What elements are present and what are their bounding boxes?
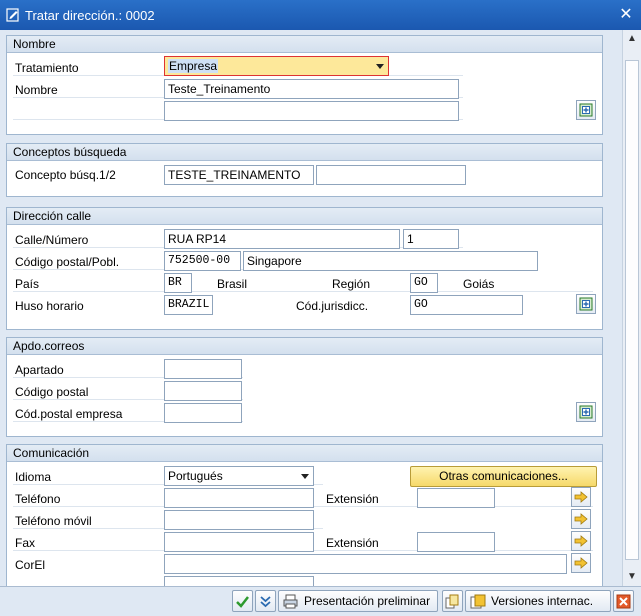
idioma-label: Idioma xyxy=(15,470,52,484)
arrow-right-icon xyxy=(574,513,588,525)
group-apdo-header: Apdo.correos xyxy=(7,338,602,355)
confirm-button[interactable] xyxy=(232,590,253,612)
cp-label: Código postal/Pobl. xyxy=(15,255,120,269)
close-window-button[interactable]: ✕ xyxy=(617,6,635,24)
apartado-label: Apartado xyxy=(15,363,64,377)
scrollbar-thumb[interactable] xyxy=(625,60,639,560)
nombre-label: Nombre xyxy=(15,83,58,97)
apartado-field[interactable] xyxy=(164,359,242,379)
vertical-scrollbar[interactable]: ▲ ▼ xyxy=(622,30,641,586)
movil-label: Teléfono móvil xyxy=(15,514,92,528)
otras-comunicaciones-button[interactable]: Otras comunicaciones... xyxy=(410,466,597,487)
presentacion-label: Presentación preliminar xyxy=(304,594,431,608)
row-divider xyxy=(13,272,593,292)
expand-fields-icon xyxy=(579,297,593,311)
footer-toolbar: Presentación preliminar Versiones intern… xyxy=(0,586,641,616)
correo-field[interactable] xyxy=(164,554,567,574)
more-address-fields-button[interactable] xyxy=(576,294,596,314)
group-nombre-header: Nombre xyxy=(7,36,602,53)
versiones-internac-button[interactable]: Versiones internac. xyxy=(465,590,611,612)
copy-button[interactable] xyxy=(442,590,463,612)
fax-label: Fax xyxy=(15,536,36,550)
correo-label: CorEl xyxy=(15,558,46,572)
more-apdo-fields-button[interactable] xyxy=(576,402,596,422)
telefono-more-button[interactable] xyxy=(571,487,591,507)
poblacion-field[interactable]: Singapore xyxy=(243,251,538,271)
tratamiento-value: Empresa xyxy=(168,59,219,73)
adopt-button[interactable] xyxy=(255,590,276,612)
region-text: Goiás xyxy=(463,277,495,291)
group-comunicacion: Comunicación Idioma Portugués Otras comu… xyxy=(6,444,603,586)
apdo-cp-label: Código postal xyxy=(15,385,89,399)
arrow-right-icon xyxy=(574,557,588,569)
juris-field[interactable]: GO xyxy=(410,295,523,315)
extension-field[interactable] xyxy=(417,488,495,508)
pais-field[interactable]: BR xyxy=(164,273,192,293)
fax-more-button[interactable] xyxy=(571,531,591,551)
numero-field[interactable]: 1 xyxy=(403,229,459,249)
correo-more-button[interactable] xyxy=(571,553,591,573)
group-comunicacion-header: Comunicación xyxy=(7,445,602,462)
presentacion-preliminar-button[interactable]: Presentación preliminar xyxy=(278,590,438,612)
concepto2-field[interactable] xyxy=(316,165,466,185)
group-conceptos-header: Conceptos búsqueda xyxy=(7,144,602,161)
tratamiento-label: Tratamiento xyxy=(15,61,79,75)
scroll-down-icon[interactable]: ▼ xyxy=(626,571,638,583)
juris-label: Cód.jurisdicc. xyxy=(296,299,369,313)
idioma-dropdown[interactable]: Portugués xyxy=(164,466,314,486)
window-title-bar: Tratar dirección.: 0002 ✕ xyxy=(0,0,641,30)
concepto1-field[interactable]: TESTE_TREINAMENTO xyxy=(164,165,314,185)
window-title: Tratar dirección.: 0002 xyxy=(25,7,155,23)
chevron-down-icon xyxy=(376,64,384,69)
expand-fields-icon xyxy=(579,405,593,419)
apdo-cp-field[interactable] xyxy=(164,381,242,401)
dialog-content: Nombre Tratamiento Empresa Nombre Teste_… xyxy=(0,30,622,586)
idioma-value: Portugués xyxy=(168,469,223,483)
cp-field[interactable]: 752500-00 xyxy=(164,251,241,271)
huso-label: Huso horario xyxy=(15,299,84,313)
cp-empresa-field[interactable] xyxy=(164,403,242,423)
tratamiento-dropdown[interactable]: Empresa xyxy=(164,56,389,76)
pais-text: Brasil xyxy=(217,277,248,291)
movil-field[interactable] xyxy=(164,510,314,530)
concepto-label: Concepto búsq.1/2 xyxy=(15,168,116,182)
group-direccion-header: Dirección calle xyxy=(7,208,602,225)
fax-field[interactable] xyxy=(164,532,314,552)
chevron-down-icon xyxy=(301,474,309,479)
nombre2-field[interactable] xyxy=(164,101,459,121)
cancel-x-icon xyxy=(616,594,631,608)
fax-extension-label: Extensión xyxy=(326,536,379,550)
cancel-button[interactable] xyxy=(613,590,634,612)
pais-label: País xyxy=(15,277,40,291)
edit-document-icon xyxy=(6,8,19,22)
group-conceptos: Conceptos búsqueda Concepto búsq.1/2 TES… xyxy=(6,143,603,197)
movil-more-button[interactable] xyxy=(571,509,591,529)
checkmark-icon xyxy=(236,595,249,608)
copy-documents-icon xyxy=(445,594,459,608)
partial-hidden-field[interactable] xyxy=(164,576,314,586)
arrow-right-icon xyxy=(574,535,588,547)
cp-empresa-label: Cód.postal empresa xyxy=(15,407,123,421)
versions-icon xyxy=(470,594,486,608)
expand-fields-icon xyxy=(579,103,593,117)
group-nombre: Nombre Tratamiento Empresa Nombre Teste_… xyxy=(6,35,603,135)
extension-label: Extensión xyxy=(326,492,379,506)
region-label: Región xyxy=(332,277,371,291)
versiones-label: Versiones internac. xyxy=(491,594,594,608)
telefono-label: Teléfono xyxy=(15,492,61,506)
group-apdo: Apdo.correos Apartado Código postal Cód.… xyxy=(6,337,603,437)
fax-extension-field[interactable] xyxy=(417,532,495,552)
group-direccion: Dirección calle Calle/Número RUA RP14 1 … xyxy=(6,207,603,330)
telefono-field[interactable] xyxy=(164,488,314,508)
more-fields-button[interactable] xyxy=(576,100,596,120)
print-preview-icon xyxy=(283,594,298,608)
scroll-up-icon[interactable]: ▲ xyxy=(626,33,638,45)
nombre-field[interactable]: Teste_Treinamento xyxy=(164,79,459,99)
calle-field[interactable]: RUA RP14 xyxy=(164,229,400,249)
arrow-right-icon xyxy=(574,491,588,503)
huso-field[interactable]: BRAZIL xyxy=(164,295,213,315)
double-chevron-down-icon xyxy=(260,595,271,607)
region-field[interactable]: GO xyxy=(410,273,438,293)
calle-label: Calle/Número xyxy=(15,233,89,247)
